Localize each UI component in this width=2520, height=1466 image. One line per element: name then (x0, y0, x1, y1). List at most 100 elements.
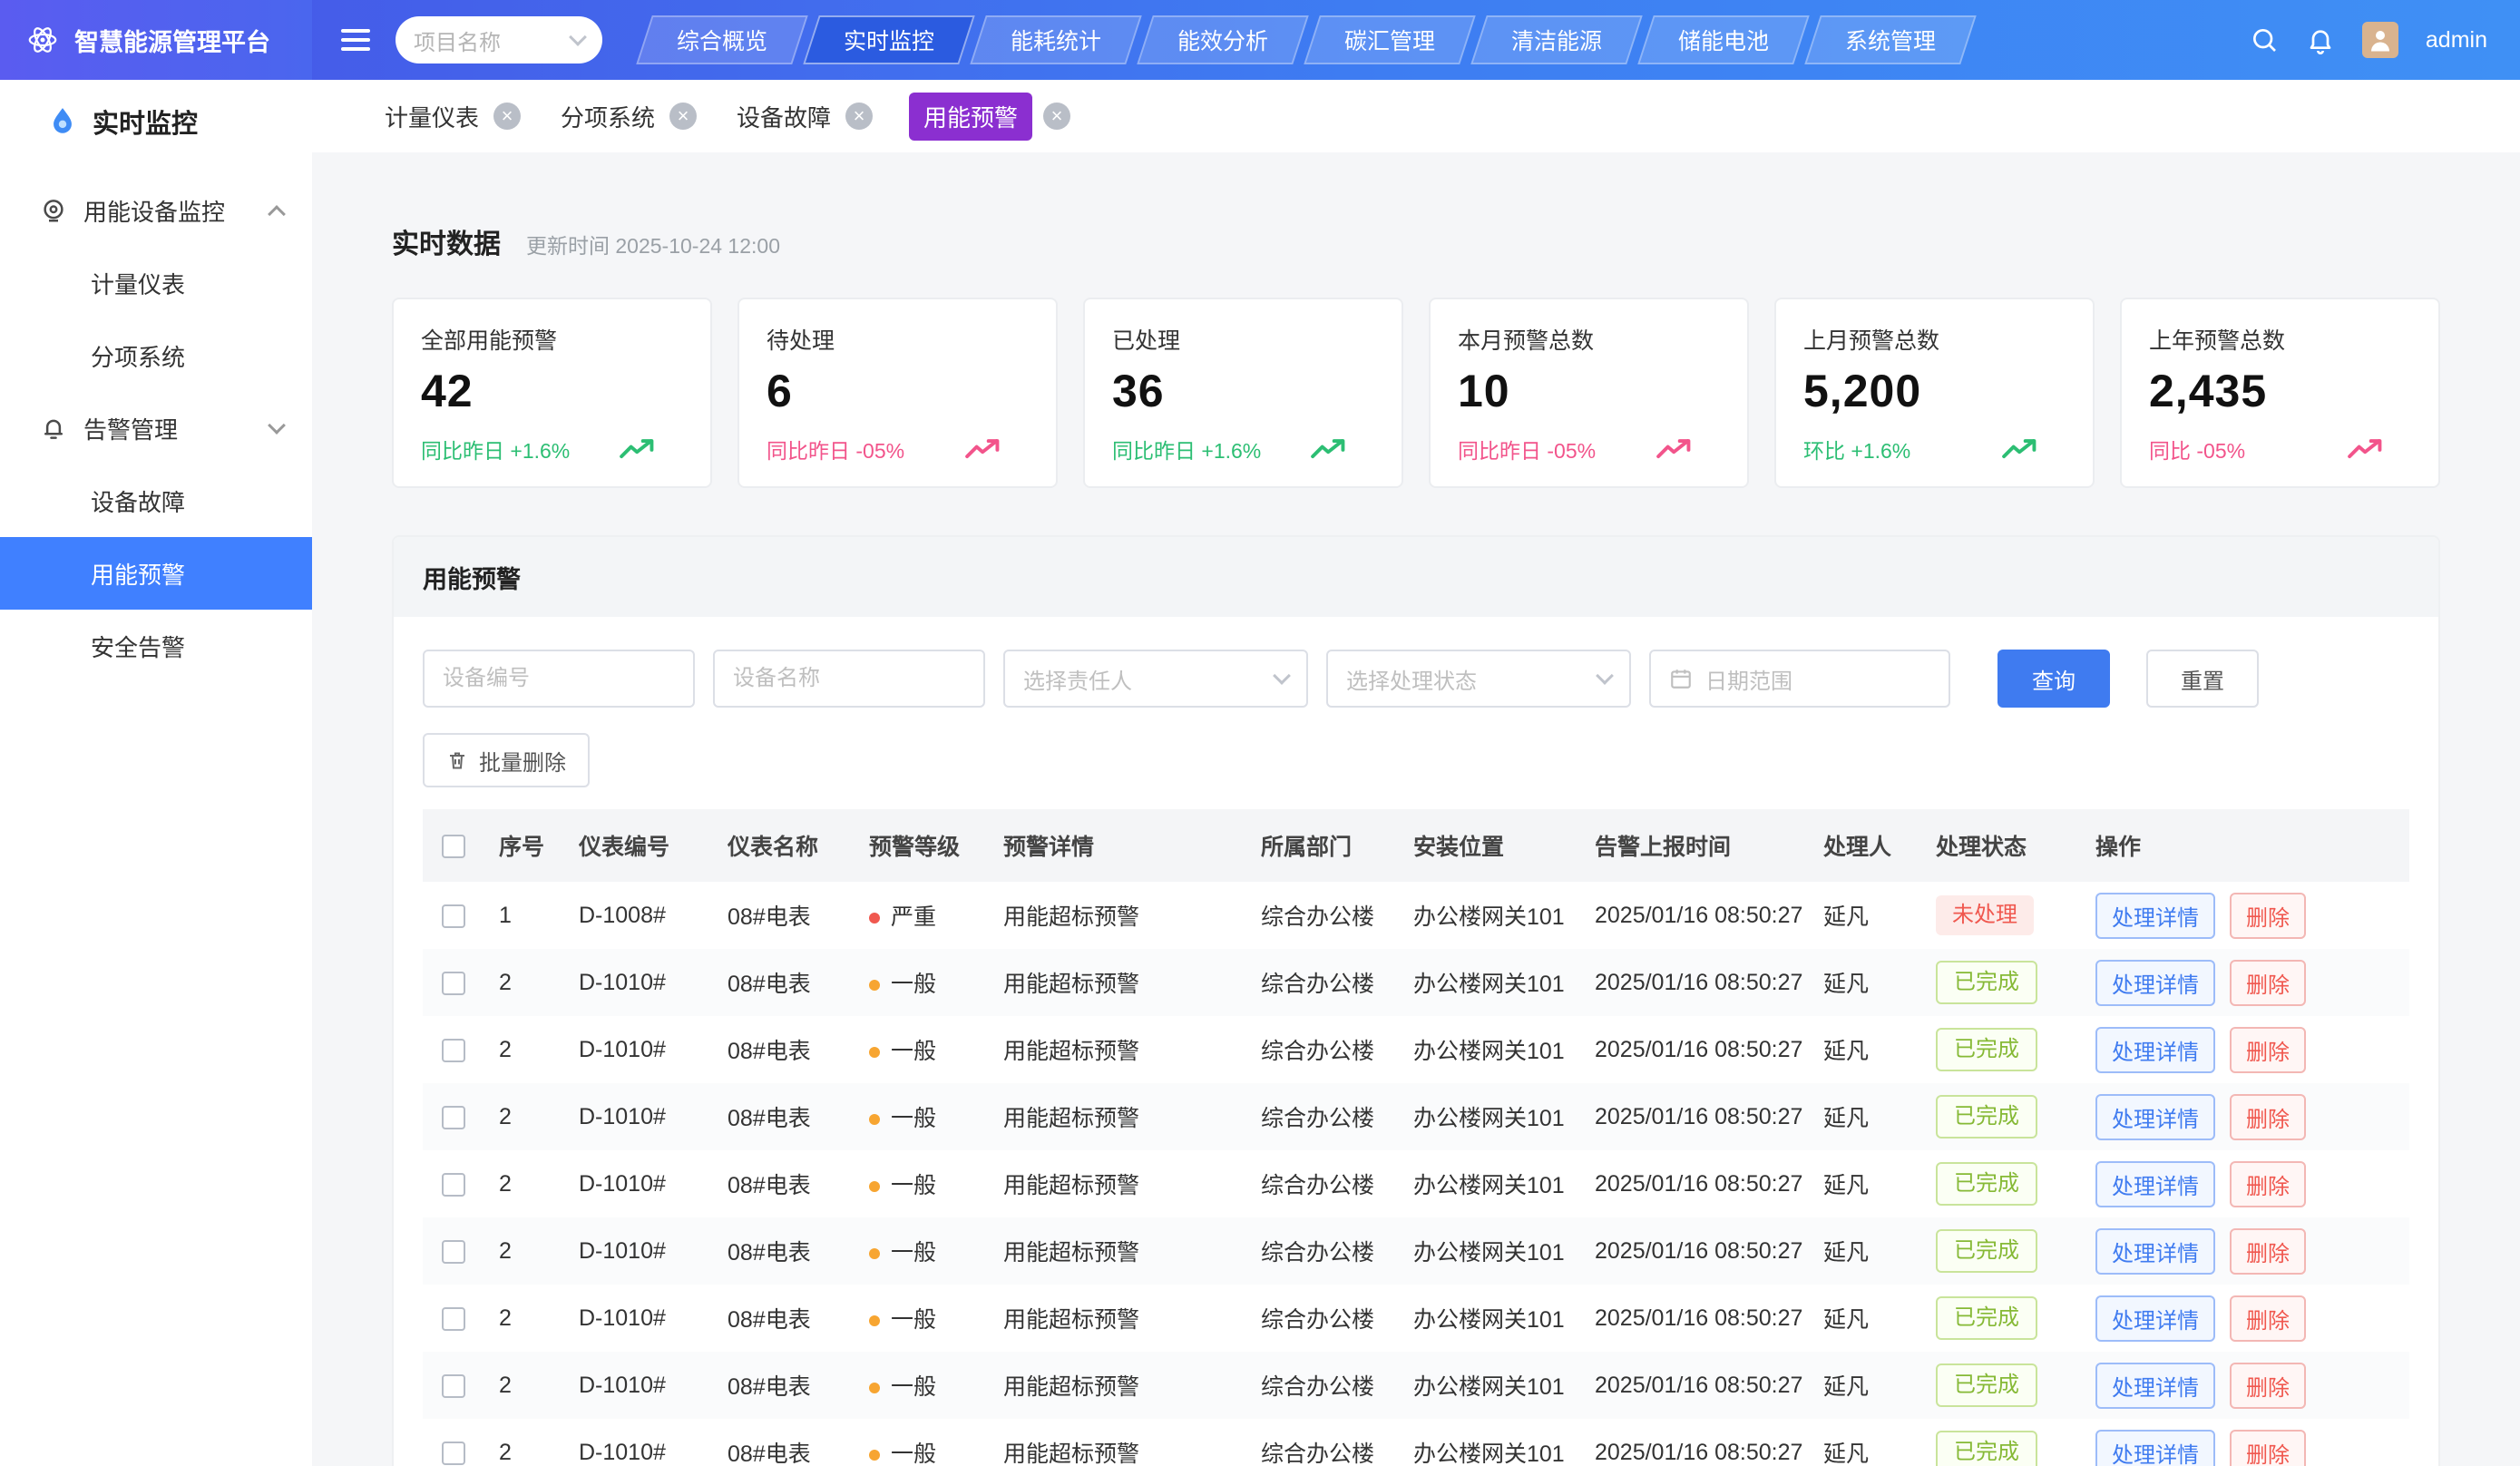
row-checkbox[interactable] (442, 1173, 465, 1197)
table-cell: 用能超标预警 (989, 1083, 1246, 1150)
table-cell: D-1010# (564, 1016, 713, 1083)
avatar[interactable] (2362, 22, 2398, 58)
sidebar-item[interactable]: 安全告警 (0, 610, 312, 682)
tab-chip[interactable]: 计量仪表× (381, 93, 521, 141)
column-header: 仪表编号 (564, 809, 713, 882)
device-name-input[interactable] (713, 650, 985, 708)
row-checkbox[interactable] (442, 1106, 465, 1129)
brand: 智慧能源管理平台 (0, 0, 312, 80)
table-cell: 用能超标预警 (989, 1419, 1246, 1466)
stat-card-value: 5,200 (1803, 365, 2066, 417)
stat-card-label: 全部用能预警 (421, 323, 683, 356)
table-cell: 办公楼网关101 (1399, 1150, 1580, 1217)
sidebar-item[interactable]: 分项系统 (0, 319, 312, 392)
delete-button[interactable]: 删除 (2230, 1295, 2306, 1342)
table-cell: 延凡 (1809, 1016, 1921, 1083)
table-cell: 2 (484, 1419, 564, 1466)
nav-tab[interactable]: 能耗统计 (970, 15, 1142, 64)
ops-cell: 处理详情删除 (2081, 1083, 2409, 1150)
delete-button[interactable]: 删除 (2230, 1228, 2306, 1275)
search-icon[interactable] (2250, 25, 2279, 54)
detail-button[interactable]: 处理详情 (2095, 1295, 2215, 1342)
sidebar: 实时监控 用能设备监控计量仪表分项系统告警管理设备故障用能预警安全告警 (0, 80, 312, 1466)
detail-button[interactable]: 处理详情 (2095, 1161, 2215, 1207)
tab-chip[interactable]: 分项系统× (557, 93, 697, 141)
sidebar-item[interactable]: 设备故障 (0, 464, 312, 537)
stat-card-delta: 同比昨日 -05% (767, 434, 904, 464)
delete-button[interactable]: 删除 (2230, 893, 2306, 939)
table-cell: 综合办公楼 (1246, 1352, 1399, 1419)
search-button[interactable]: 查询 (1997, 650, 2110, 708)
level-dot (869, 1383, 880, 1393)
open-tabs-bar: 计量仪表× 分项系统× 设备故障× 用能预警× (312, 80, 2520, 152)
delete-button[interactable]: 删除 (2230, 1094, 2306, 1140)
detail-button[interactable]: 处理详情 (2095, 1027, 2215, 1073)
nav-tab[interactable]: 综合概览 (636, 15, 808, 64)
detail-button[interactable]: 处理详情 (2095, 1363, 2215, 1409)
detail-button[interactable]: 处理详情 (2095, 1430, 2215, 1466)
delete-button[interactable]: 删除 (2230, 1027, 2306, 1073)
date-range-picker[interactable]: 日期范围 (1649, 650, 1950, 708)
menu-collapse-icon[interactable] (341, 29, 370, 51)
sidebar-group[interactable]: 告警管理 (0, 392, 312, 464)
table-cell: 办公楼网关101 (1399, 1083, 1580, 1150)
nav-tab[interactable]: 系统管理 (1804, 15, 1977, 64)
sidebar-group-label: 告警管理 (83, 412, 178, 445)
device-no-input[interactable] (423, 650, 695, 708)
select-all-checkbox[interactable] (442, 835, 465, 858)
tab-chip[interactable]: 设备故障× (733, 93, 873, 141)
nav-tab[interactable]: 实时监控 (803, 15, 975, 64)
delete-button[interactable]: 删除 (2230, 1161, 2306, 1207)
brand-logo-icon (25, 23, 60, 57)
row-checkbox[interactable] (442, 1039, 465, 1062)
level-cell: 一般 (855, 1419, 989, 1466)
ops-cell: 处理详情删除 (2081, 1016, 2409, 1083)
nav-tab[interactable]: 碳汇管理 (1304, 15, 1476, 64)
chevron-down-icon (268, 416, 286, 435)
close-icon[interactable]: × (493, 103, 521, 130)
batch-delete-button[interactable]: 批量删除 (423, 733, 590, 787)
row-checkbox[interactable] (442, 1240, 465, 1264)
row-checkbox[interactable] (442, 1374, 465, 1398)
detail-button[interactable]: 处理详情 (2095, 960, 2215, 1006)
trend-up-icon (963, 437, 1003, 461)
sidebar-menu: 用能设备监控计量仪表分项系统告警管理设备故障用能预警安全告警 (0, 174, 312, 682)
delete-button[interactable]: 删除 (2230, 1430, 2306, 1466)
detail-button[interactable]: 处理详情 (2095, 1228, 2215, 1275)
delete-button[interactable]: 删除 (2230, 1363, 2306, 1409)
stat-card: 本月预警总数10同比昨日 -05% (1429, 298, 1749, 488)
table-cell: 用能超标预警 (989, 1016, 1246, 1083)
project-select[interactable]: 项目名称 (396, 16, 602, 64)
status-select[interactable]: 选择处理状态 (1326, 650, 1631, 708)
detail-button[interactable]: 处理详情 (2095, 893, 2215, 939)
sidebar-item[interactable]: 计量仪表 (0, 247, 312, 319)
delete-button[interactable]: 删除 (2230, 960, 2306, 1006)
table-cell: 2 (484, 1352, 564, 1419)
nav-tab[interactable]: 储能电池 (1637, 15, 1810, 64)
close-icon[interactable]: × (1043, 103, 1070, 130)
table-row: 2D-1010#08#电表一般用能超标预警综合办公楼办公楼网关1012025/0… (423, 1083, 2409, 1150)
owner-select[interactable]: 选择责任人 (1003, 650, 1308, 708)
bell-icon[interactable] (2306, 25, 2335, 54)
tab-chip[interactable]: 用能预警× (909, 93, 1070, 141)
update-time: 更新时间 2025-10-24 12:00 (526, 229, 780, 259)
row-checkbox[interactable] (442, 1307, 465, 1331)
nav-tab[interactable]: 能效分析 (1137, 15, 1309, 64)
table-cell: 08#电表 (713, 949, 855, 1016)
row-checkbox[interactable] (442, 904, 465, 928)
nav-tab[interactable]: 清洁能源 (1470, 15, 1643, 64)
content: 实时数据 更新时间 2025-10-24 12:00 全部用能预警42同比昨日 … (312, 152, 2520, 1466)
table-cell: 延凡 (1809, 1083, 1921, 1150)
sidebar-group[interactable]: 用能设备监控 (0, 174, 312, 247)
sidebar-item[interactable]: 用能预警 (0, 537, 312, 610)
close-icon[interactable]: × (845, 103, 873, 130)
detail-button[interactable]: 处理详情 (2095, 1094, 2215, 1140)
close-icon[interactable]: × (669, 103, 697, 130)
level-label: 一般 (891, 972, 936, 997)
panel-title: 用能预警 (394, 537, 2438, 617)
table-row: 2D-1010#08#电表一般用能超标预警综合办公楼办公楼网关1012025/0… (423, 949, 2409, 1016)
table-cell: 2025/01/16 08:50:27 (1580, 882, 1809, 949)
reset-button[interactable]: 重置 (2146, 650, 2259, 708)
row-checkbox[interactable] (442, 972, 465, 995)
row-checkbox[interactable] (442, 1442, 465, 1465)
